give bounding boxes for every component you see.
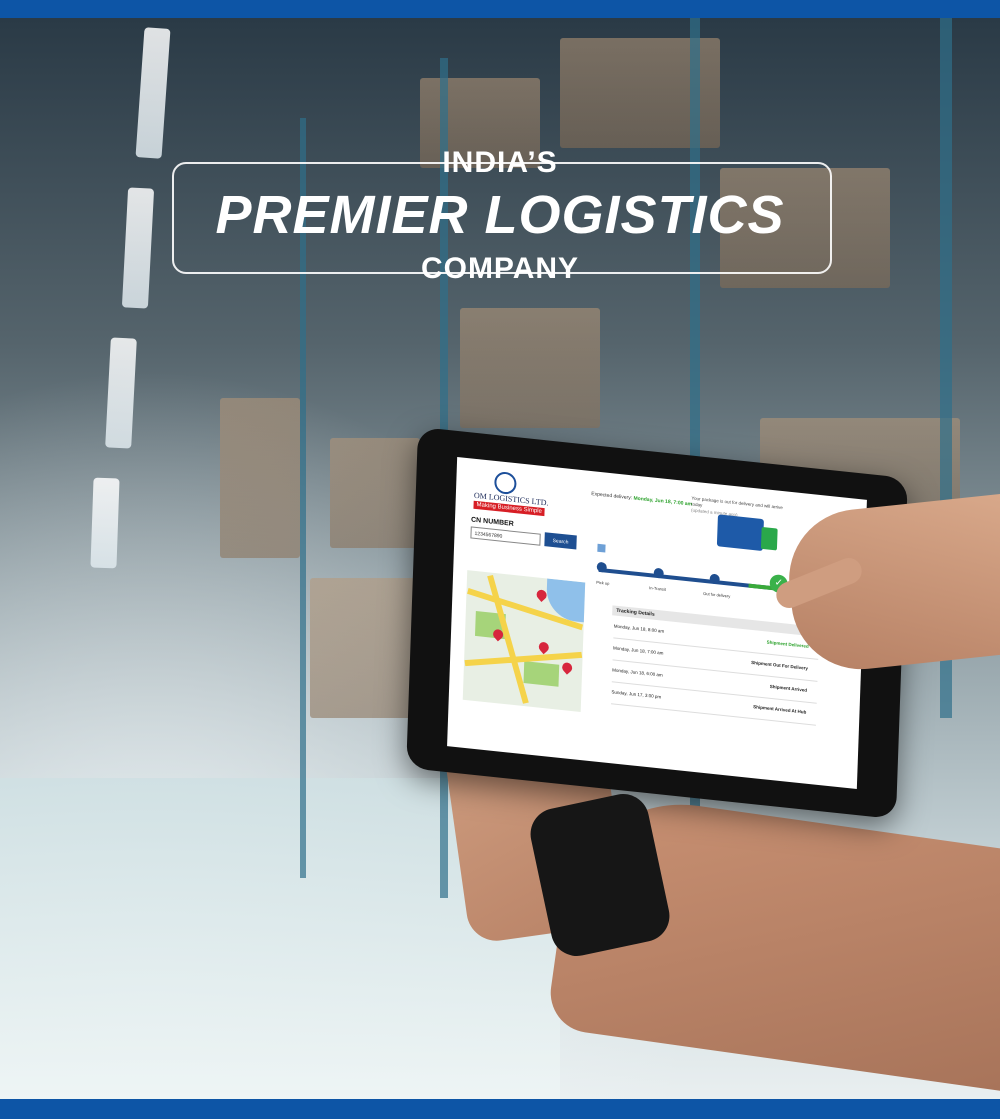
tracking-row-date: Monday, Jun 18, 8:00 am: [613, 623, 665, 634]
shelf-boxes: [330, 438, 420, 548]
top-border: [0, 0, 1000, 18]
step-label-pickup: Pick up: [596, 579, 610, 586]
tracking-row-status: Shipment Arrived: [769, 683, 808, 693]
tracking-row-date: Monday, Jun 18, 7:00 am: [612, 645, 664, 656]
route-map: [462, 570, 586, 713]
tracking-row-date: Monday, Jun 18, 6:00 am: [612, 667, 663, 678]
expected-delivery-value: Monday, Jun 18, 7:00 am: [633, 495, 693, 508]
cn-number-input[interactable]: 1234567890: [470, 526, 541, 546]
expected-delivery: Expected delivery: Monday, Jun 18, 7:00 …: [591, 491, 692, 508]
headline-line2: PREMIER LOGISTICS: [215, 185, 785, 245]
tracking-row-status: Shipment Out For Delivery: [751, 659, 808, 671]
shelf-boxes: [220, 398, 300, 558]
headline-line3: COMPANY: [420, 252, 580, 285]
search-button[interactable]: Search: [544, 532, 577, 550]
expected-delivery-label: Expected delivery:: [591, 491, 633, 502]
shelf-boxes: [460, 308, 600, 428]
ceiling-light: [121, 187, 155, 309]
company-logo: OM LOGISTICS LTD. Making Business Simple: [473, 469, 549, 517]
map-road: [487, 575, 529, 704]
headline-line1: INDIA’S: [442, 146, 558, 179]
map-park: [523, 661, 560, 687]
tracking-row-status: Shipment Delivered: [766, 639, 809, 649]
ceiling-light: [90, 477, 120, 569]
step-label-out-for-delivery: Out for delivery: [703, 590, 731, 599]
logo-mark-icon: [494, 470, 517, 496]
headline: INDIA’S PREMIER LOGISTICS COMPANY: [168, 140, 832, 290]
package-icon: [597, 543, 606, 553]
ceiling-light: [105, 337, 137, 449]
tracking-row-status: Shipment Arrived At Hub: [753, 704, 807, 715]
bottom-border: [0, 1099, 1000, 1119]
delivery-truck-icon: [716, 514, 778, 552]
shipment-progress-bar: [598, 567, 779, 591]
step-label-in-transit: In-Transit: [649, 585, 667, 592]
tracking-row-date: Sunday, Jun 17, 3:00 pm: [611, 689, 662, 700]
ad-banner: INDIA’S PREMIER LOGISTICS COMPANY OM LOG…: [0, 0, 1000, 1119]
ceiling-light: [135, 27, 171, 159]
map-pin-icon: [560, 660, 575, 675]
map-pin-icon: [536, 640, 551, 655]
